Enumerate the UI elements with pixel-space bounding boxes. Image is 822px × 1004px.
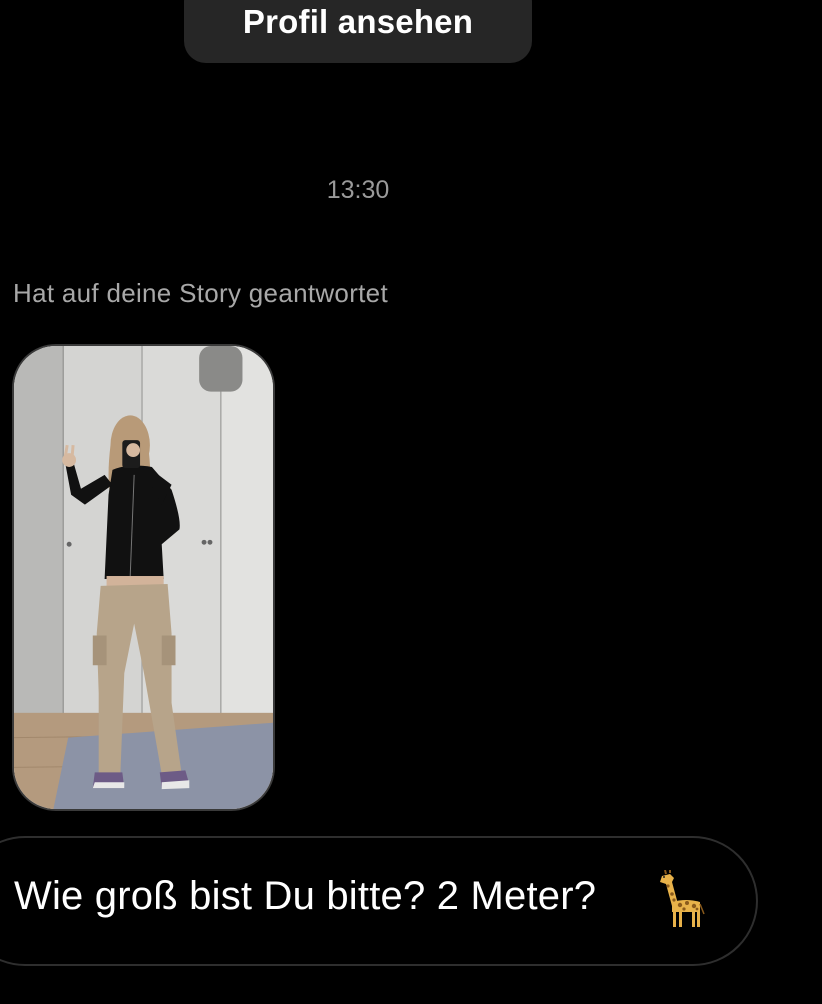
story-reply-note: Hat auf deine Story geantwortet (13, 278, 388, 308)
message-text: Wie groß bist Du bitte? 2 Meter? (14, 874, 597, 918)
message-timestamp: 13:30 (326, 176, 390, 204)
chat-screen: Profil ansehen 13:30 Hat auf deine Story… (0, 0, 822, 1004)
view-profile-label: Profil ansehen (242, 3, 474, 40)
view-profile-button[interactable]: Profil ansehen (184, 0, 532, 63)
story-thumbnail[interactable] (12, 344, 275, 811)
giraffe-icon (654, 869, 706, 928)
story-photo (14, 346, 273, 809)
